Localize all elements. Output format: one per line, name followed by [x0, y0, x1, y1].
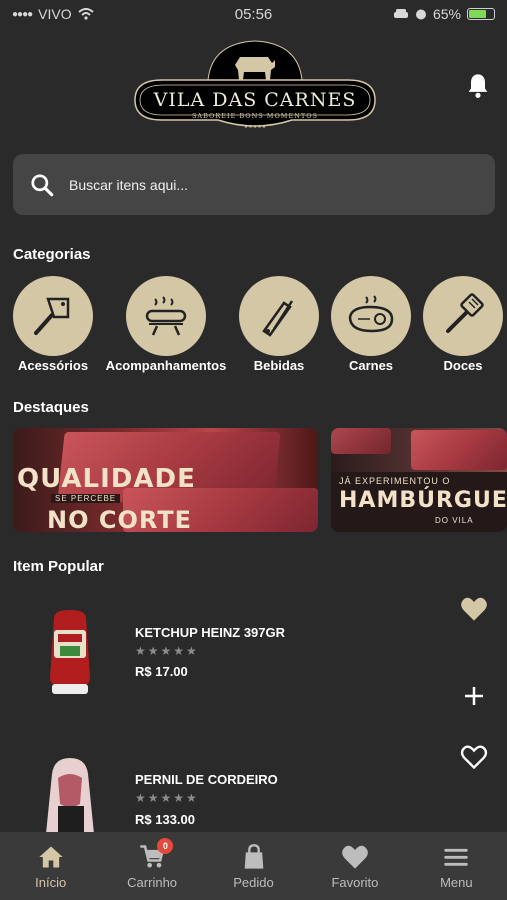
favorite-heart-icon[interactable]: [460, 596, 488, 622]
category-label: Carnes: [348, 358, 394, 373]
category-label: Bebidas: [253, 358, 305, 373]
product-price: R$ 17.00: [135, 664, 188, 679]
car-icon: [393, 9, 408, 18]
category-acompanhamentos[interactable]: Acompanhamentos: [106, 276, 226, 373]
banner-line2: HAMBÚRGUER: [339, 488, 507, 513]
category-carnes[interactable]: Carnes: [331, 276, 411, 373]
nav-home[interactable]: Início: [0, 832, 101, 900]
bottom-nav: Início 0 Carrinho Pedido Favorito Menu: [0, 832, 507, 900]
category-doces[interactable]: Doces: [423, 276, 503, 373]
nav-favorites[interactable]: Favorito: [304, 832, 405, 900]
menu-icon: [444, 848, 468, 866]
cart-count-badge: 0: [157, 838, 174, 854]
nav-label: Carrinho: [127, 874, 178, 890]
banner-line1: JÁ EXPERIMENTOU O: [339, 476, 451, 486]
add-to-cart-icon[interactable]: [462, 684, 486, 708]
popular-title: Item Popular: [13, 558, 104, 575]
carrier-label: VIVO: [38, 6, 72, 22]
banner-line3: NO CORTE: [47, 506, 193, 532]
product-image: [50, 610, 90, 694]
banner-burger[interactable]: JÁ EXPERIMENTOU O HAMBÚRGUER DO VILA: [331, 428, 507, 532]
category-label: Acompanhamentos: [105, 358, 227, 373]
product-rating: ★★★★★: [135, 791, 199, 805]
search-input[interactable]: Buscar itens aqui...: [69, 177, 188, 193]
brand-tagline: SABOREIE BONS MOMENTOS: [192, 112, 318, 120]
tongs-icon: [262, 300, 294, 337]
signal-icon: ●●●●: [12, 8, 33, 20]
product-rating: ★★★★★: [135, 644, 199, 658]
category-label: Acessórios: [17, 358, 89, 373]
brand-logo: VILA DAS CARNES SABOREIE BONS MOMENTOS ★…: [132, 40, 378, 132]
favorite-heart-outline-icon[interactable]: [460, 744, 488, 770]
battery-label: 65%: [432, 6, 461, 22]
cleaver-icon: [34, 297, 70, 335]
product-name: PERNIL DE CORDEIRO: [135, 772, 278, 787]
steak-icon: [348, 295, 394, 333]
brand-name: VILA DAS CARNES: [153, 89, 357, 111]
category-acessorios[interactable]: Acessórios: [13, 276, 93, 373]
nav-label: Favorito: [331, 874, 379, 890]
product-name: KETCHUP HEINZ 397GR: [135, 625, 286, 640]
nav-label: Menu: [440, 874, 473, 890]
category-label: Doces: [443, 358, 483, 373]
search-icon: [31, 173, 54, 196]
category-bebidas[interactable]: Bebidas: [239, 276, 319, 373]
alarm-icon: [415, 9, 426, 20]
bag-icon: [244, 843, 263, 869]
status-time: 05:56: [234, 5, 273, 23]
search-bar[interactable]: Buscar itens aqui...: [13, 154, 495, 215]
nav-cart[interactable]: 0 Carrinho: [101, 832, 202, 900]
nav-menu[interactable]: Menu: [406, 832, 507, 900]
nav-label: Início: [35, 874, 67, 890]
banner-line3: DO VILA: [435, 516, 474, 525]
battery-icon: [467, 8, 495, 20]
status-bar: ●●●● VIVO 05:56 65%: [0, 0, 507, 28]
wifi-icon: [77, 8, 94, 20]
sausage-grill-icon: [145, 296, 187, 336]
banner-quality[interactable]: QUALIDADE SE PERCEBE NO CORTE: [13, 428, 318, 532]
banner-line2: SE PERCEBE: [51, 494, 121, 503]
heart-icon: [342, 845, 368, 869]
banner-line1: QUALIDADE: [17, 464, 196, 494]
product-price: R$ 133.00: [135, 812, 195, 827]
svg-text:★★★★★: ★★★★★: [244, 124, 267, 130]
highlights-title: Destaques: [13, 399, 89, 416]
categories-title: Categorias: [13, 246, 91, 263]
spatula-icon: [446, 293, 484, 333]
product-image: [46, 758, 94, 834]
nav-label: Pedido: [233, 874, 274, 890]
notification-bell-icon[interactable]: [464, 72, 492, 100]
home-icon: [39, 846, 63, 867]
nav-orders[interactable]: Pedido: [203, 832, 304, 900]
